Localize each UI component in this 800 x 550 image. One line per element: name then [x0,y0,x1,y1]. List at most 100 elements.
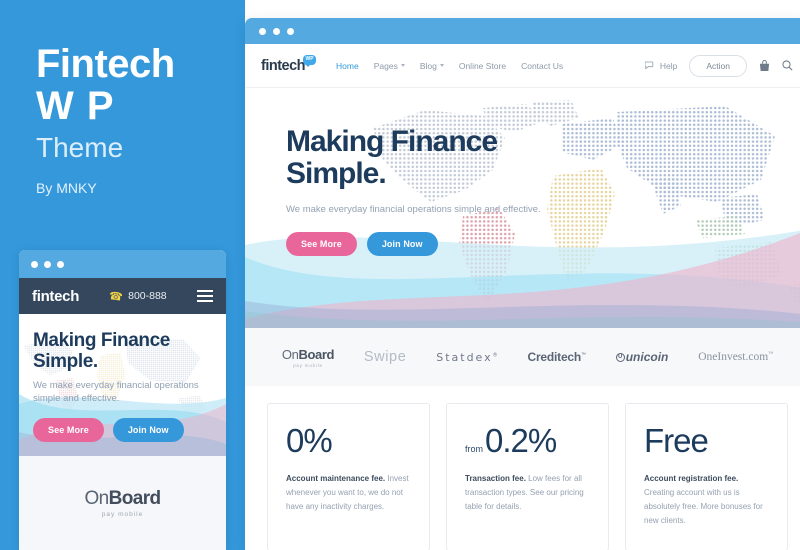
hero-heading-line1: Making Finance [286,125,498,158]
feature-card-title: Account registration fee. [644,474,739,483]
join-now-button[interactable]: Join Now [366,232,438,256]
nav-item-online-store[interactable]: Online Store [459,61,506,71]
feature-card-description: Account maintenance fee. Invest whenever… [286,472,411,514]
onboard-logo-text: OnBoard [84,488,162,510]
oneinvest-mark: ™ [768,352,774,358]
onboard-logo: OnBoard pay mobile [84,488,162,518]
help-link[interactable]: Help [644,60,678,71]
brand-logo-swipe: Swipe [363,349,407,365]
feature-card: from0.2% Transaction fee. Low fees for a… [446,403,609,550]
oneinvest-text: OneInvest.com [698,351,769,363]
mobile-preview-mockup: fintech ☎ 800-888 Making Finance Simple.… [19,250,226,550]
promo-subtitle: Theme [36,132,124,163]
hamburger-menu-icon[interactable] [196,290,213,302]
action-button[interactable]: Action [689,54,747,77]
onboard-tagline: pay mobile [101,511,144,518]
site-navbar: fintech WP Home Pages Blog Online Store … [245,44,800,88]
mobile-hero-buttons: See More Join Now [33,418,184,442]
hero-text-block: Making Finance Simple. We make everyday … [245,88,800,256]
see-more-button[interactable]: See More [286,232,357,256]
onboard-prefix: On [281,346,299,362]
brand-logo-oneinvest: OneInvest.com™ [698,351,773,363]
creditech-text: Creditech [527,350,582,364]
site-logo[interactable]: fintech WP [261,54,317,74]
nav-item-pages[interactable]: Pages [374,61,405,71]
mobile-hero: Making Finance Simple. We make everyday … [19,314,226,456]
desktop-preview-mockup: fintech WP Home Pages Blog Online Store … [245,18,800,550]
onboard-bold: Board [298,346,335,362]
main-menu: Home Pages Blog Online Store Contact Us [336,61,563,71]
feature-value-text: Free [644,422,709,459]
nav-label: Contact Us [521,60,564,71]
chat-bubble-icon [644,61,654,70]
feature-card-title: Transaction fee. [465,474,526,483]
hero-buttons: See More Join Now [286,232,800,256]
desktop-browser-chrome [245,18,800,44]
nav-label: Blog [419,60,437,71]
unicoin-text: unicoin [625,350,669,364]
promo-text-block: Fintech W P Theme By MNKY [36,44,236,196]
feature-value-text: 0% [286,422,333,459]
partner-logos-strip: OnBoard pay mobile Swipe Statdex® Credit… [245,328,800,386]
feature-card-description: Account registration fee. Creating accou… [644,472,769,528]
nav-item-blog[interactable]: Blog [420,61,444,71]
hero-subheading: We make everyday financial operations si… [286,204,541,215]
mobile-browser-chrome [19,250,226,278]
nav-item-contact-us[interactable]: Contact Us [521,61,563,71]
window-dot-icon[interactable] [287,27,294,35]
hero-section: Making Finance Simple. We make everyday … [245,88,800,328]
feature-cards-row: 0% Account maintenance fee. Invest whene… [245,386,800,550]
nav-label: Online Store [458,60,507,71]
brand-logo-unicoin: Uunicoin [615,350,669,364]
feature-card: 0% Account maintenance fee. Invest whene… [267,403,430,550]
feature-card-value: 0% [286,424,411,457]
feature-card-value: Free [644,424,769,457]
mobile-footer-brand: OnBoard pay mobile [19,456,226,550]
feature-value-text: 0.2% [485,422,557,459]
statdex-mark: ® [492,351,498,358]
mobile-phone-block[interactable]: ☎ 800-888 [108,289,167,304]
mobile-hero-heading: Making Finance Simple. [33,330,170,372]
help-label: Help [659,60,678,71]
nav-item-home[interactable]: Home [336,61,359,71]
onboard-tagline: pay mobile [293,362,323,368]
promo-title-line2: W P [36,84,115,128]
brand-logo-creditech: Creditech™ [527,350,586,364]
feature-card-title: Account maintenance fee. [286,474,386,483]
window-dot-icon[interactable] [273,27,280,35]
onboard-prefix: On [84,488,109,509]
window-dot-icon [44,260,51,268]
site-logo-text: fintech [261,57,306,74]
nav-label: Home [336,60,359,71]
window-dot-icon[interactable] [259,27,266,35]
feature-card-value: from0.2% [465,424,590,457]
window-dot-icon [57,260,64,268]
wp-badge-icon: WP [303,54,317,67]
wp-badge-text: WP [305,56,314,62]
see-more-button[interactable]: See More [33,418,104,442]
search-icon[interactable] [782,60,793,71]
join-now-button[interactable]: Join Now [112,418,184,442]
feature-card-body: Creating account with us is absolutely f… [644,488,763,525]
promo-title-line1: Fintech [36,42,175,86]
navbar-right-actions: Help Action [644,54,793,77]
brand-logo-onboard: OnBoard pay mobile [281,346,335,368]
feature-value-prefix: from [465,444,483,454]
mobile-phone-number: 800-888 [128,290,167,302]
window-dot-icon [31,260,38,268]
mobile-logo[interactable]: fintech [32,288,79,305]
feature-card-description: Transaction fee. Low fees for all transa… [465,472,590,514]
mobile-navbar: fintech ☎ 800-888 [19,278,226,314]
phone-icon: ☎ [108,289,124,304]
unicoin-circle-icon: U [615,352,625,362]
onboard-bold: Board [108,488,162,509]
shopping-bag-icon[interactable] [759,59,770,72]
hero-heading-line2: Simple. [286,157,387,190]
mobile-hero-subheading: We make everyday financial operations si… [33,380,199,404]
mobile-hero-text: Making Finance Simple. We make everyday … [19,314,226,405]
feature-card: Free Account registration fee. Creating … [625,403,788,550]
chevron-down-icon [439,64,444,67]
creditech-mark: ™ [581,352,586,358]
brand-logo-statdex: Statdex® [436,351,497,364]
statdex-text: Statdex [436,350,493,364]
